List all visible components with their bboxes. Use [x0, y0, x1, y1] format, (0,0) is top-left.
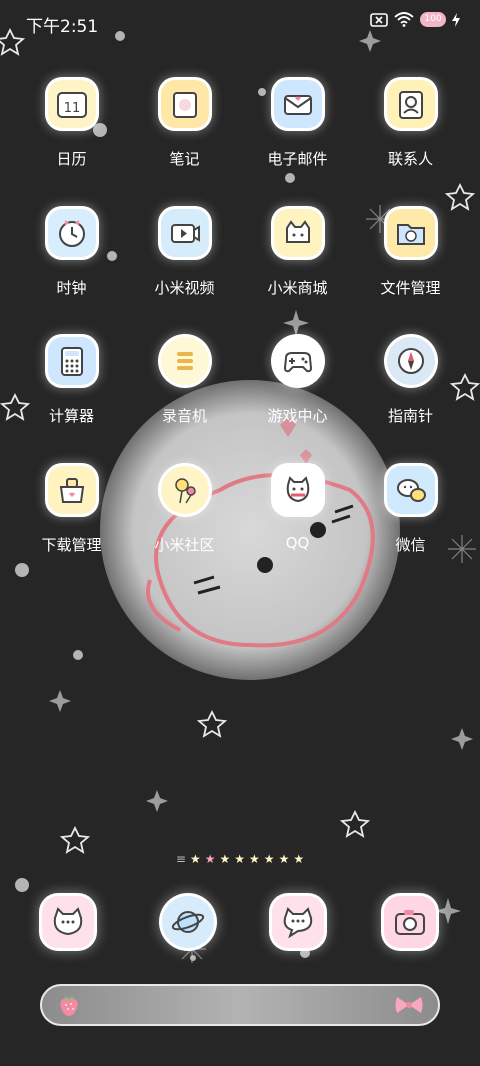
page-dot: ★ — [189, 852, 201, 866]
app-compass[interactable]: 指南针 — [354, 337, 467, 426]
app-contacts[interactable]: 联系人 — [354, 80, 467, 169]
charging-icon — [452, 12, 460, 27]
bow-icon — [395, 997, 423, 1013]
planet-icon[interactable] — [162, 896, 214, 948]
strawberry-icon — [60, 996, 78, 1016]
community-icon — [160, 466, 209, 514]
app-label: 联系人 — [387, 150, 433, 168]
app-mi-mall[interactable]: 小米商城 — [241, 209, 354, 298]
app-label: 小米社区 — [154, 536, 215, 554]
gamepad-icon — [273, 337, 322, 385]
app-label: 笔记 — [169, 150, 200, 168]
app-download-manager[interactable]: 下载管理 — [15, 466, 128, 555]
battery-level: 100 — [424, 14, 442, 24]
app-mail[interactable]: 电子邮件 — [241, 80, 354, 169]
app-qq[interactable]: QQ — [241, 466, 354, 552]
page-dot: ★ — [278, 852, 290, 866]
app-label: 日历 — [56, 150, 87, 168]
status-time: 下午2:51 — [26, 17, 99, 37]
app-notes[interactable]: 笔记 — [128, 80, 241, 169]
wechat-icon — [386, 466, 435, 514]
no-sim-icon — [370, 12, 388, 27]
wifi-icon — [394, 12, 414, 27]
search-bar[interactable] — [40, 984, 440, 1026]
cat-message-icon[interactable] — [272, 896, 324, 948]
app-mi-community[interactable]: 小米社区 — [128, 466, 241, 555]
app-mi-video[interactable]: 小米视频 — [128, 209, 241, 298]
app-label: 文件管理 — [380, 279, 441, 297]
app-wechat[interactable]: 微信 — [354, 466, 467, 555]
app-label: 游戏中心 — [267, 407, 328, 425]
calculator-icon — [47, 337, 96, 385]
status-bar: 下午2:51 100 — [0, 0, 480, 44]
page-indicator[interactable]: ≡ ★ ★ ★ ★ ★ ★ ★ ★ — [0, 852, 480, 866]
mail-icon — [273, 80, 322, 128]
page-dot-current: ★ — [204, 852, 216, 866]
app-calculator[interactable]: 计算器 — [15, 337, 128, 426]
mall-icon — [273, 209, 322, 257]
page-dot: ★ — [234, 852, 246, 866]
app-recorder[interactable]: 录音机 — [128, 337, 241, 426]
qq-icon — [273, 466, 322, 514]
files-icon — [386, 209, 435, 257]
app-label: 电子邮件 — [267, 150, 328, 168]
page-dot: ★ — [219, 852, 231, 866]
calendar-icon: 11 — [47, 80, 96, 128]
app-game-center[interactable]: 游戏中心 — [241, 337, 354, 426]
clock-icon — [47, 209, 96, 257]
app-label: QQ — [285, 534, 310, 552]
page-dot: ★ — [293, 852, 305, 866]
app-label: 录音机 — [161, 407, 207, 425]
app-label: 计算器 — [48, 407, 94, 425]
cat-phone-icon[interactable] — [42, 896, 94, 948]
contacts-icon — [386, 80, 435, 128]
status-icons: 100 — [370, 12, 460, 27]
recorder-icon — [160, 337, 209, 385]
calendar-date: 11 — [63, 101, 80, 116]
compass-icon — [386, 337, 435, 385]
app-calendar[interactable]: 11 日历 — [15, 80, 128, 169]
app-file-manager[interactable]: 文件管理 — [354, 209, 467, 298]
app-label: 指南针 — [387, 407, 433, 425]
app-clock[interactable]: 时钟 — [15, 209, 128, 298]
video-icon — [160, 209, 209, 257]
app-label: 下载管理 — [41, 536, 102, 554]
page-dot: ★ — [249, 852, 260, 866]
download-icon — [47, 466, 96, 514]
page-dot: ★ — [263, 852, 275, 866]
battery-icon: 100 — [420, 12, 446, 27]
notes-icon — [160, 80, 209, 128]
app-label: 小米视频 — [154, 279, 215, 297]
camera-icon[interactable] — [384, 896, 436, 948]
app-label: 时钟 — [56, 279, 87, 297]
app-label: 小米商城 — [267, 279, 328, 297]
app-label: 微信 — [395, 536, 426, 554]
page-list-icon: ≡ — [175, 852, 186, 866]
